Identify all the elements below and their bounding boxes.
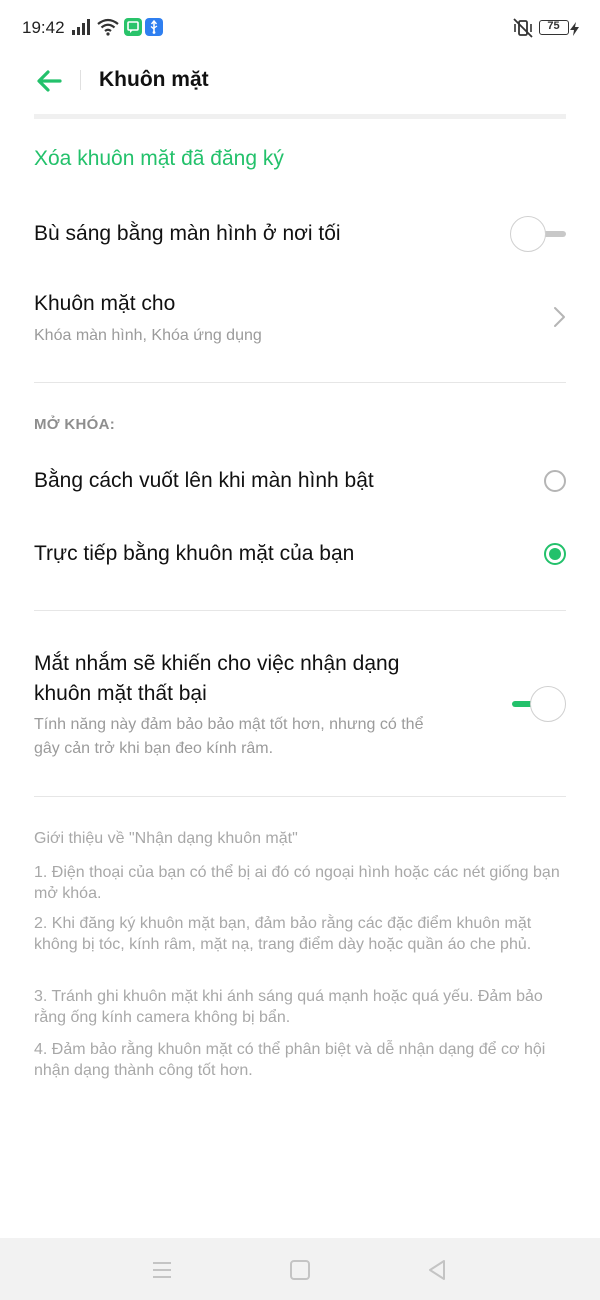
battery-level: 75 (547, 20, 560, 32)
eyes-closed-label-line2: khuôn mặt thất bại (34, 682, 207, 705)
unlock-option-swipe-label: Bằng cách vuốt lên khi màn hình bật (34, 469, 374, 492)
unlock-section-header: MỞ KHÓA: (34, 416, 116, 433)
eyes-closed-description-line1: Tính năng này đảm bảo bảo mật tốt hơn, n… (34, 716, 424, 733)
divider (34, 610, 566, 611)
status-time: 19:42 (22, 18, 65, 37)
screen-fill-light-toggle[interactable] (510, 214, 568, 254)
unlock-option-direct-radio[interactable] (544, 543, 566, 565)
menu-icon[interactable] (150, 1258, 174, 1282)
divider (34, 382, 566, 383)
face-for-row[interactable]: Khuôn mặt cho Khóa màn hình, Khóa ứng dụ… (0, 282, 600, 354)
eyes-closed-toggle[interactable] (510, 684, 568, 724)
face-for-label: Khuôn mặt cho (34, 292, 176, 315)
eyes-closed-description-line2: gây cản trở khi bạn đeo kính râm. (34, 740, 274, 757)
header-divider (80, 70, 81, 90)
delete-registered-face-link[interactable]: Xóa khuôn mặt đã đăng ký (34, 147, 284, 171)
page-title: Khuôn mặt (99, 68, 209, 91)
unlock-option-swipe-radio[interactable] (544, 470, 566, 492)
back-triangle-icon[interactable] (425, 1258, 449, 1282)
wifi-icon (97, 18, 119, 36)
signal-icon (72, 19, 90, 35)
arrow-left-icon[interactable] (30, 64, 70, 98)
message-notification-icon (124, 18, 142, 36)
info-item: 4. Đảm bảo rằng khuôn mặt có thể phân bi… (34, 1041, 546, 1079)
info-item: 2. Khi đăng ký khuôn mặt bạn, đảm bảo rằ… (34, 915, 532, 953)
unlock-option-direct-label: Trực tiếp bằng khuôn mặt của bạn (34, 542, 355, 565)
info-item: 1. Điện thoại của bạn có thể bị ai đó có… (34, 864, 560, 902)
screen-fill-light-label: Bù sáng bằng màn hình ở nơi tối (34, 222, 341, 245)
info-item: 3. Tránh ghi khuôn mặt khi ánh sáng quá … (34, 988, 543, 1026)
info-title: Giới thiệu về "Nhận dạng khuôn mặt" (34, 830, 298, 847)
chevron-right-icon (554, 307, 565, 327)
home-icon[interactable] (288, 1258, 312, 1282)
status-bar: 19:42 75 (0, 0, 600, 58)
battery-icon: 75 (539, 20, 569, 35)
divider (34, 796, 566, 797)
vibrate-off-icon (513, 18, 533, 38)
header-bottom-line (34, 114, 566, 119)
header: Khuôn mặt (0, 58, 600, 108)
face-for-value: Khóa màn hình, Khóa ứng dụng (34, 327, 262, 344)
charging-icon (570, 22, 579, 36)
usb-notification-icon (145, 18, 163, 36)
navigation-bar (0, 1238, 600, 1300)
eyes-closed-label-line1: Mắt nhắm sẽ khiến cho việc nhận dạng (34, 652, 400, 675)
